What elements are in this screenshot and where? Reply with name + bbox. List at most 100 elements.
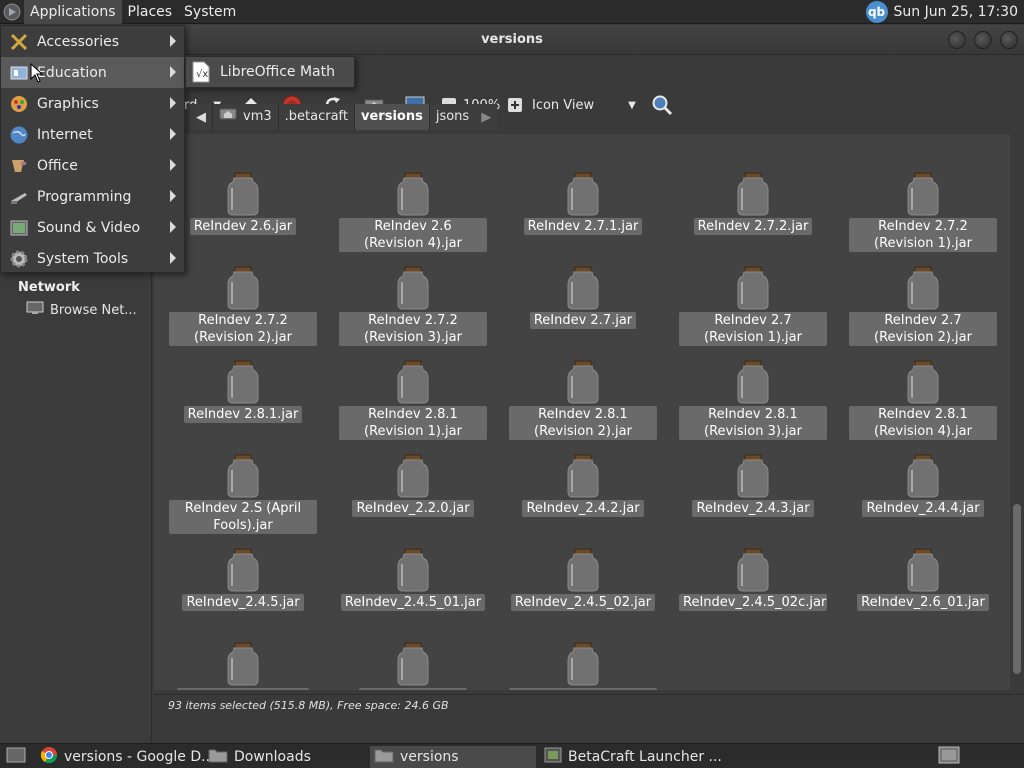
file-item[interactable]: ReIndev_2.2.0.jar bbox=[328, 454, 498, 517]
menu-item-internet[interactable]: Internet bbox=[1, 119, 184, 150]
app-logo-icon[interactable] bbox=[0, 0, 24, 24]
menu-item-system-tools[interactable]: System Tools bbox=[1, 243, 184, 274]
file-item[interactable]: ReIndev_2.8_patched.jar bbox=[498, 642, 673, 690]
workspace-switcher[interactable] bbox=[934, 746, 964, 768]
zoom-in-button[interactable] bbox=[504, 93, 526, 117]
accessories-icon bbox=[8, 31, 30, 53]
jar-file-icon bbox=[907, 548, 939, 592]
view-mode-select[interactable]: Icon View ▼ bbox=[532, 93, 636, 117]
betacraft-icon bbox=[544, 747, 562, 767]
file-label: ReIndev 2.8.1.jar bbox=[183, 406, 303, 423]
menu-item-sound-video[interactable]: Sound & Video bbox=[1, 212, 184, 243]
file-item[interactable]: ReIndev_2.4.3.jar bbox=[668, 454, 838, 517]
jar-file-icon bbox=[737, 266, 769, 310]
task-downloads[interactable]: Downloads bbox=[204, 746, 315, 768]
desktop-icon bbox=[6, 747, 26, 767]
file-label: ReIndev 2.8.1 (Revision 1).jar bbox=[339, 406, 487, 440]
task-versions[interactable]: versions bbox=[370, 746, 536, 768]
submenu-arrow-icon bbox=[170, 221, 176, 233]
breadcrumb-left-arrow-icon[interactable]: ◀ bbox=[190, 104, 212, 130]
vertical-scrollbar[interactable] bbox=[1010, 134, 1024, 690]
file-icon-view[interactable]: ReIndev 2.6.jar ReIndev 2.6 (Revision 4).… bbox=[154, 134, 1010, 690]
office-icon bbox=[8, 155, 30, 177]
menu-item-label: Education bbox=[37, 64, 107, 81]
file-label: ReIndev 2.8.1 (Revision 3).jar bbox=[679, 406, 827, 440]
file-item[interactable]: ReIndev_2.4.5_01.jar bbox=[328, 548, 498, 611]
menu-item-accessories[interactable]: Accessories bbox=[1, 26, 184, 57]
file-label: ReIndev 2.6 (Revision 4).jar bbox=[339, 218, 487, 252]
breadcrumb-right-arrow-icon[interactable]: ▶ bbox=[475, 104, 498, 130]
file-item[interactable]: ReIndev 2.7.2 (Revision 1).jar bbox=[838, 172, 1008, 252]
submenu-item-libreoffice-math[interactable]: LibreOffice Math bbox=[220, 64, 335, 80]
breadcrumb-versions[interactable]: versions bbox=[354, 104, 429, 130]
jar-file-icon bbox=[227, 360, 259, 404]
menu-applications[interactable]: Applications bbox=[24, 0, 122, 24]
svg-text:√x: √x bbox=[196, 69, 208, 80]
file-item[interactable]: ReIndev_2.4.5.jar bbox=[158, 548, 328, 611]
scrollbar-thumb[interactable] bbox=[1013, 504, 1021, 674]
file-item[interactable]: ReIndev 2.7.2 (Revision 3).jar bbox=[328, 266, 498, 346]
breadcrumb-vm3[interactable]: vm3 bbox=[212, 104, 278, 130]
file-label: ReIndev_2.2.0.jar bbox=[352, 500, 474, 517]
view-mode-label: Icon View bbox=[532, 97, 595, 113]
breadcrumb-jsons[interactable]: jsons bbox=[428, 104, 476, 130]
menu-item-graphics[interactable]: Graphics bbox=[1, 88, 184, 119]
jar-file-icon bbox=[567, 360, 599, 404]
programming-icon bbox=[8, 186, 30, 208]
file-label: ReIndev_2.4.5_02c.jar bbox=[679, 594, 827, 611]
jar-file-icon bbox=[397, 454, 429, 498]
file-item[interactable]: ReIndev 2.8.1.jar bbox=[158, 360, 328, 423]
file-item[interactable]: ReIndev_2.4.5_02c.jar bbox=[668, 548, 838, 611]
minimize-button[interactable] bbox=[948, 31, 966, 49]
menu-item-office[interactable]: Office bbox=[1, 150, 184, 181]
maximize-button[interactable] bbox=[974, 31, 992, 49]
breadcrumb: ◀ vm3 .betacraft versions jsons ▶ bbox=[190, 104, 498, 130]
file-item[interactable]: ReIndev 2.8.1 (Revision 3).jar bbox=[668, 360, 838, 440]
file-item[interactable]: ReIndev_2.4.2.jar bbox=[498, 454, 668, 517]
mouse-cursor-icon bbox=[30, 63, 44, 83]
file-item[interactable]: ReIndev 2.6 (Revision 4).jar bbox=[328, 172, 498, 252]
file-item[interactable]: ReIndev 2.7.2.jar bbox=[668, 172, 838, 235]
submenu-arrow-icon bbox=[170, 252, 176, 264]
gear-icon bbox=[8, 248, 30, 270]
menu-system[interactable]: System bbox=[178, 0, 242, 24]
file-label: ReIndev 2.7 (Revision 1).jar bbox=[679, 312, 827, 346]
search-button[interactable] bbox=[651, 93, 673, 117]
menu-item-programming[interactable]: Programming bbox=[1, 181, 184, 212]
menu-places[interactable]: Places bbox=[122, 0, 179, 24]
clock[interactable]: Sun Jun 25, 17:30 bbox=[894, 4, 1018, 20]
file-item[interactable]: ReIndev_2.4.4.jar bbox=[838, 454, 1008, 517]
breadcrumb-betacraft[interactable]: .betacraft bbox=[277, 104, 354, 130]
file-item[interactable]: ReIndev 2.8.1 (Revision 4).jar bbox=[838, 360, 1008, 440]
file-item[interactable]: ReIndev 2.8.1 (Revision 2).jar bbox=[498, 360, 668, 440]
file-item[interactable]: ReIndev 2.7 (Revision 2).jar bbox=[838, 266, 1008, 346]
file-item[interactable]: ReIndev_2.6_02.jar bbox=[158, 642, 328, 690]
file-item[interactable]: ReIndev_2.8.jar bbox=[328, 642, 498, 690]
statusbar: 93 items selected (515.8 MB), Free space… bbox=[154, 694, 1024, 716]
user-avatar[interactable]: qb bbox=[865, 1, 888, 23]
file-label: ReIndev_2.4.3.jar bbox=[692, 500, 814, 517]
task-betacraft[interactable]: BetaCraft Launcher ... bbox=[540, 746, 726, 768]
file-item[interactable]: ReIndev 2.7.2 (Revision 2).jar bbox=[158, 266, 328, 346]
file-item[interactable]: ReIndev 2.7.jar bbox=[498, 266, 668, 329]
file-item[interactable]: ReIndev_2.4.5_02.jar bbox=[498, 548, 668, 611]
file-item[interactable]: ReIndev 2.7.1.jar bbox=[498, 172, 668, 235]
file-label: ReIndev 2.7 (Revision 2).jar bbox=[849, 312, 997, 346]
file-item[interactable]: ReIndev 2.S (April Fools).jar bbox=[158, 454, 328, 534]
file-item[interactable]: ReIndev_2.6_01.jar bbox=[838, 548, 1008, 611]
menu-item-education[interactable]: Education bbox=[1, 57, 184, 88]
folder-icon bbox=[374, 747, 394, 767]
submenu-arrow-icon bbox=[170, 66, 176, 78]
menu-item-label: Internet bbox=[37, 126, 93, 143]
file-label: ReIndev_2.4.4.jar bbox=[862, 500, 984, 517]
jar-file-icon bbox=[227, 454, 259, 498]
menu-item-label: Graphics bbox=[37, 95, 99, 112]
jar-file-icon bbox=[227, 266, 259, 310]
sidebar-item-browse-network[interactable]: Browse Net... bbox=[26, 301, 137, 319]
task-chrome[interactable]: versions - Google D... bbox=[36, 746, 218, 768]
close-button[interactable] bbox=[1000, 31, 1018, 49]
show-desktop-button[interactable] bbox=[2, 746, 30, 768]
file-item[interactable]: ReIndev 2.7 (Revision 1).jar bbox=[668, 266, 838, 346]
file-item[interactable]: ReIndev 2.8.1 (Revision 1).jar bbox=[328, 360, 498, 440]
home-folder-icon bbox=[219, 104, 237, 130]
